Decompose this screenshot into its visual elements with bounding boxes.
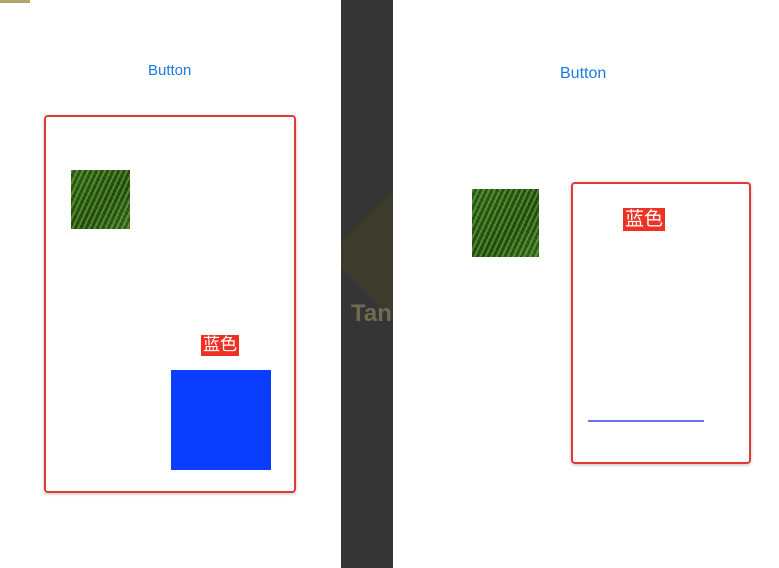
left-grass-image bbox=[71, 170, 130, 229]
right-blue-label: 蓝色 bbox=[623, 208, 666, 231]
window-divider: Tan bbox=[341, 0, 393, 568]
left-blue-label: 蓝色 bbox=[201, 335, 239, 356]
blue-square-view bbox=[171, 370, 271, 470]
watermark-text: Tan bbox=[351, 300, 392, 327]
left-button[interactable]: Button bbox=[148, 62, 191, 79]
right-grass-image bbox=[472, 189, 539, 257]
right-button[interactable]: Button bbox=[560, 65, 606, 83]
status-bar-fragment bbox=[0, 0, 30, 3]
blue-line-view bbox=[588, 420, 704, 422]
